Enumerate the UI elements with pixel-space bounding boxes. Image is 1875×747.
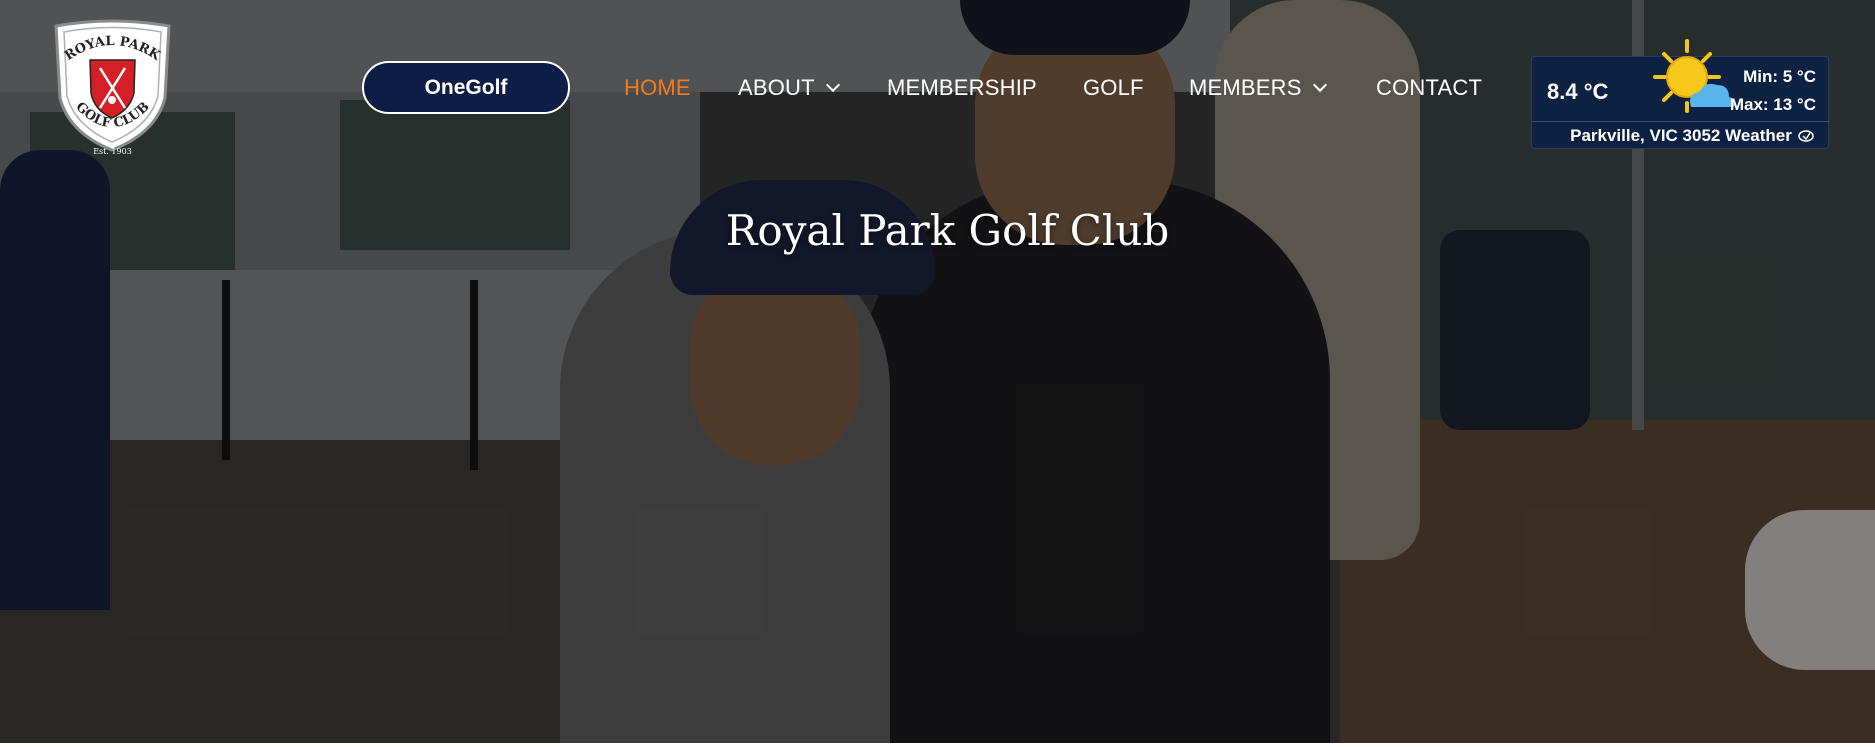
nav-item-contact[interactable]: CONTACT [1376,72,1482,104]
hero-title: Royal Park Golf Club [725,206,1170,256]
weather-current-temp: 8.4 °C [1547,79,1609,104]
club-crest-icon: ROYAL PARK GOLF CLUB [54,19,171,152]
nav-item-membership[interactable]: MEMBERSHIP [887,72,1037,104]
page-bottom-edge [0,743,1875,747]
nav-item-label: MEMBERS [1189,75,1302,100]
chevron-down-icon [825,77,840,93]
nav-item-members[interactable]: MEMBERS [1189,72,1327,104]
weather-min-temp: Min: 5 °C [1743,67,1816,86]
nav-item-label: CONTACT [1376,75,1483,100]
nav-item-label: ABOUT [738,75,815,100]
logo-established-text: Est. 1903 [93,147,132,156]
nav-item-label: MEMBERSHIP [887,75,1037,100]
chevron-down-icon [1312,77,1327,93]
nav-item-label: GOLF [1083,75,1144,100]
nav-item-label: HOME [624,75,691,100]
weather-provider-icon [1798,130,1814,142]
nav-item-golf[interactable]: GOLF [1083,72,1144,104]
nav-item-about[interactable]: ABOUT [738,72,840,104]
club-logo[interactable]: ROYAL PARK GOLF CLUB [50,18,175,158]
weather-widget[interactable]: 8.4 °C Min: 5 °C Max: 13 °C Parkville, V… [1531,39,1830,150]
onegolf-button[interactable]: OneGolf [362,61,570,114]
weather-max-temp: Max: 13 °C [1729,95,1816,114]
nav-item-home[interactable]: HOME [624,72,691,104]
weather-location: Parkville, VIC 3052 Weather [1532,121,1830,150]
sun-behind-cloud-icon [1653,39,1735,113]
